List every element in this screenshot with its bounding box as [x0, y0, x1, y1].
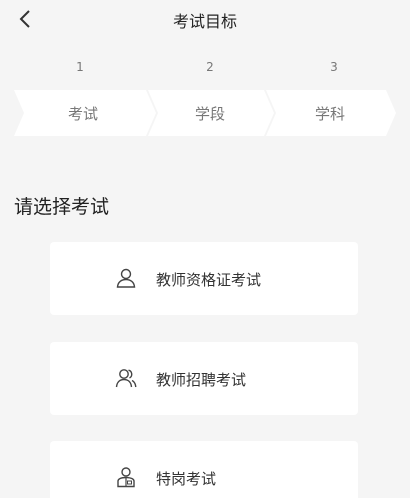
option-label: 教师招聘考试 — [156, 371, 247, 389]
option-label: 教师资格证考试 — [156, 271, 262, 289]
section-title: 请选择考试 — [14, 196, 110, 218]
page-title: 考试目标 — [172, 12, 237, 31]
users-icon — [115, 369, 137, 388]
step-label-stage[interactable]: 学段 — [170, 103, 250, 124]
step-label-exam[interactable]: 考试 — [43, 103, 123, 124]
step-label-subject[interactable]: 学科 — [290, 103, 370, 124]
user-icon — [116, 268, 136, 288]
step-number-1: 1 — [76, 60, 84, 74]
badge-user-icon — [117, 467, 135, 488]
option-label: 特岗考试 — [156, 470, 217, 488]
step-number-3: 3 — [330, 60, 338, 74]
header: 考试目标 — [0, 0, 410, 40]
option-teacher-recruitment[interactable]: 教师招聘考试 — [50, 342, 358, 415]
option-teacher-qualification[interactable]: 教师资格证考试 — [50, 242, 358, 315]
step-number-2: 2 — [206, 60, 214, 74]
option-special-post[interactable]: 特岗考试 — [50, 441, 358, 498]
